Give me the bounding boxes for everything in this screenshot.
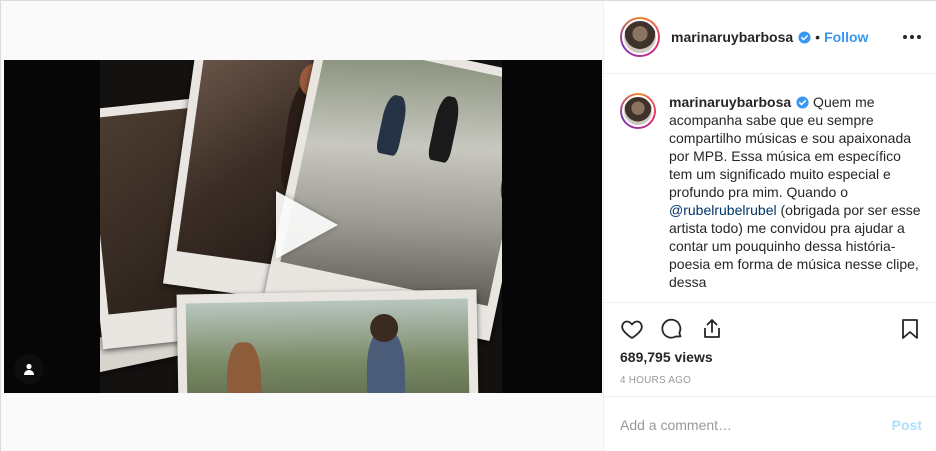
verified-badge-icon (796, 96, 809, 109)
comment-icon[interactable] (658, 315, 686, 343)
comment-input[interactable] (620, 416, 884, 433)
follow-button[interactable]: Follow (824, 29, 868, 45)
caption-username-link[interactable]: marinaruybarbosa (669, 94, 791, 110)
media-panel (1, 1, 603, 451)
caption-section: marinaruybarbosa Quem me acompanha sabe … (604, 75, 936, 301)
instagram-post: marinaruybarbosa • Follow marinaruybarbo… (0, 0, 936, 451)
post-header: marinaruybarbosa • Follow (604, 1, 936, 74)
post-side-panel: marinaruybarbosa • Follow marinaruybarbo… (603, 1, 936, 451)
avatar[interactable] (620, 17, 660, 57)
comment-composer: Post (604, 396, 936, 451)
heart-icon[interactable] (618, 315, 646, 343)
username-link[interactable]: marinaruybarbosa (671, 29, 793, 45)
video-player[interactable] (4, 60, 602, 393)
verified-badge-icon (798, 30, 811, 44)
view-count[interactable]: 689,795 views (620, 349, 713, 365)
caption-text: marinaruybarbosa Quem me acompanha sabe … (669, 93, 922, 301)
bookmark-icon[interactable] (896, 315, 924, 343)
separator-dot: • (815, 29, 821, 45)
mention-link[interactable]: @rubelrubelrubel (669, 202, 777, 218)
post-timestamp[interactable]: 4 HOURS AGO (620, 375, 691, 386)
polaroid-photo (176, 289, 480, 393)
user-tag-icon[interactable] (14, 354, 44, 384)
share-icon[interactable] (698, 315, 726, 343)
post-comment-button[interactable]: Post (892, 417, 922, 433)
caption-avatar[interactable] (620, 93, 656, 129)
play-icon[interactable] (276, 191, 338, 259)
more-options-icon[interactable] (900, 25, 924, 49)
